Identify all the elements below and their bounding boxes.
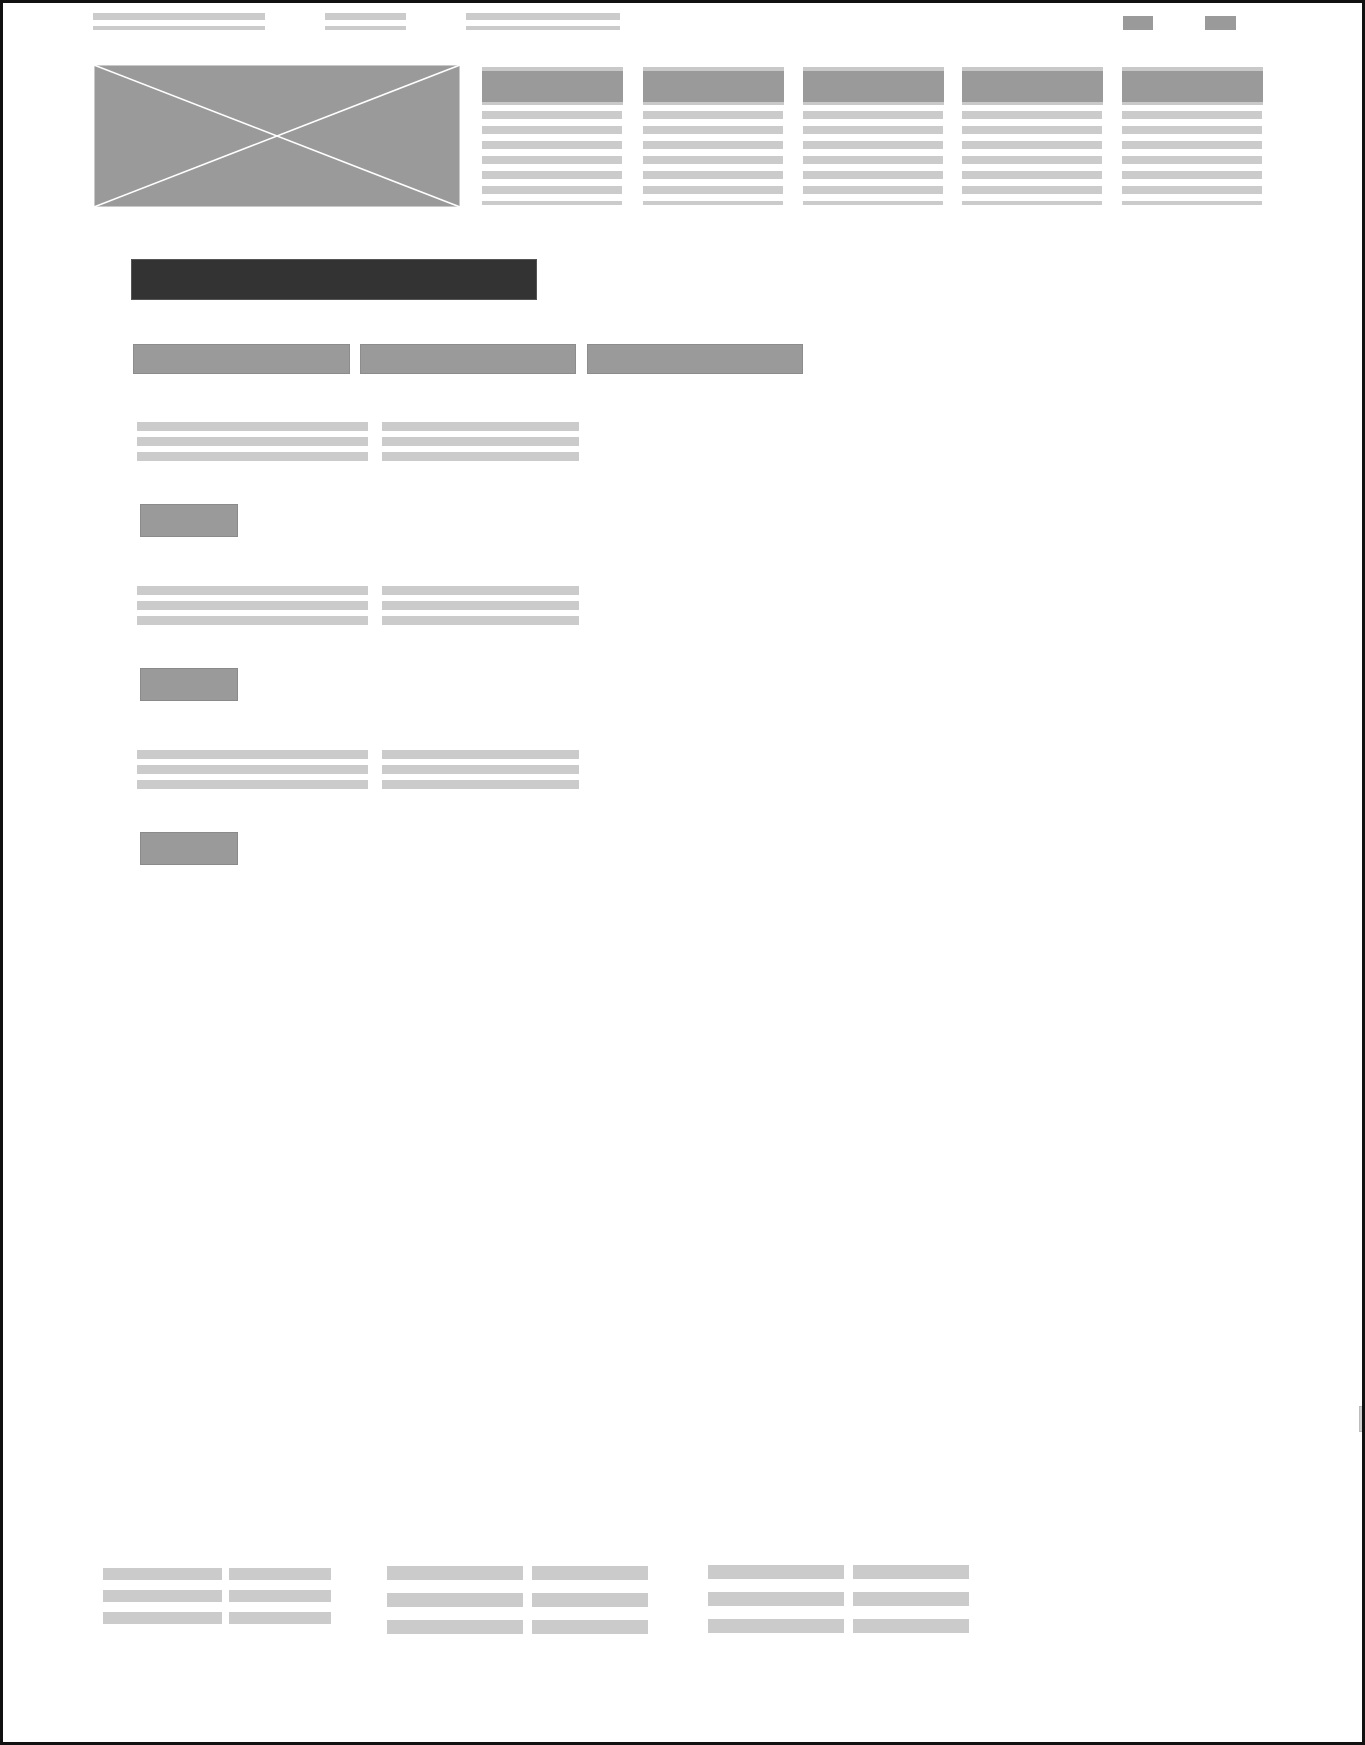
footer-link[interactable] <box>387 1593 523 1607</box>
text-line <box>382 422 579 431</box>
nav-column-header[interactable] <box>962 67 1103 105</box>
nav-column-header[interactable] <box>1122 67 1263 105</box>
footer-link[interactable] <box>229 1612 331 1624</box>
tab-3[interactable] <box>587 344 803 374</box>
footer-link[interactable] <box>532 1566 648 1580</box>
top-link-1[interactable] <box>93 13 265 33</box>
footer-link[interactable] <box>708 1619 844 1633</box>
image-placeholder-icon <box>94 65 460 207</box>
text-line <box>137 586 368 595</box>
footer-link[interactable] <box>853 1592 969 1606</box>
text-line <box>137 452 368 461</box>
section-2-button[interactable] <box>140 668 238 701</box>
text-line <box>382 780 579 789</box>
tab-1[interactable] <box>133 344 350 374</box>
text-line <box>137 750 368 759</box>
top-link-3[interactable] <box>466 13 620 33</box>
footer-link[interactable] <box>853 1565 969 1579</box>
page-title <box>132 260 536 299</box>
footer-link[interactable] <box>229 1590 331 1602</box>
text-line <box>382 452 579 461</box>
footer-link[interactable] <box>708 1592 844 1606</box>
footer-link[interactable] <box>103 1612 222 1624</box>
nav-column-header[interactable] <box>482 67 623 105</box>
nav-column-header[interactable] <box>643 67 784 105</box>
footer-link[interactable] <box>853 1619 969 1633</box>
section-3-button[interactable] <box>140 832 238 865</box>
tab-2[interactable] <box>360 344 576 374</box>
wireframe-page <box>0 0 1365 1745</box>
header-action-2[interactable] <box>1205 16 1236 30</box>
text-line <box>382 586 579 595</box>
nav-column-header[interactable] <box>803 67 944 105</box>
hero-image-placeholder <box>94 65 460 207</box>
footer-link[interactable] <box>532 1620 648 1634</box>
footer-link[interactable] <box>708 1565 844 1579</box>
text-line <box>137 765 368 774</box>
text-line <box>137 601 368 610</box>
footer-link[interactable] <box>103 1590 222 1602</box>
text-line <box>137 422 368 431</box>
text-line <box>137 437 368 446</box>
footer-link[interactable] <box>103 1568 222 1580</box>
footer-link[interactable] <box>387 1620 523 1634</box>
text-line <box>382 765 579 774</box>
text-line <box>382 437 579 446</box>
text-line <box>137 616 368 625</box>
footer-link[interactable] <box>229 1568 331 1580</box>
footer-link[interactable] <box>532 1593 648 1607</box>
section-1-button[interactable] <box>140 504 238 537</box>
top-link-2[interactable] <box>325 13 406 33</box>
footer-link[interactable] <box>387 1566 523 1580</box>
scrollbar-thumb[interactable] <box>1359 1406 1362 1432</box>
text-line <box>382 750 579 759</box>
text-line <box>382 616 579 625</box>
header-action-1[interactable] <box>1123 16 1153 30</box>
text-line <box>137 780 368 789</box>
text-line <box>382 601 579 610</box>
